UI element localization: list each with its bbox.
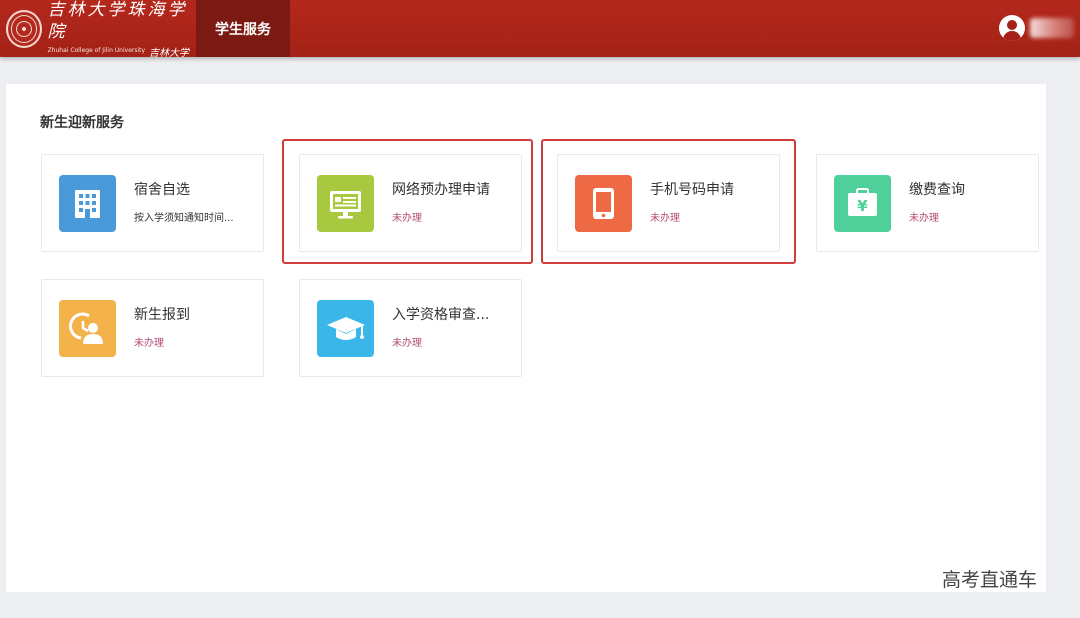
highlight-box-phone <box>541 139 796 264</box>
section-title: 新生迎新服务 <box>40 115 124 131</box>
card-status: 未办理 <box>392 338 422 349</box>
card-fee-inquiry[interactable]: ¥ 缴费查询 未办理 <box>816 154 1039 252</box>
logo-signature: 吉林大学 <box>149 47 190 59</box>
college-seal-icon <box>6 9 42 48</box>
card-title: 宿舍自选 <box>134 182 190 198</box>
card-dorm-selection[interactable]: 宿舍自选 按入学须知通知时间... <box>41 154 264 252</box>
college-logo[interactable]: 吉林大学珠海学院 Zhuhai College of Jilin Univers… <box>6 0 196 59</box>
card-description: 按入学须知通知时间... <box>134 213 234 224</box>
yen-briefcase-icon: ¥ <box>834 175 891 232</box>
svg-text:¥: ¥ <box>857 197 868 215</box>
logo-english-name: Zhuhai College of Jilin University <box>47 47 146 54</box>
nav-tab-student-services[interactable]: 学生服务 <box>196 0 290 57</box>
card-enrollment-eligibility-review[interactable]: 入学资格审查... 未办理 <box>299 279 522 377</box>
graduation-cap-icon <box>317 300 374 357</box>
highlight-box-network <box>282 139 533 264</box>
card-freshman-registration[interactable]: 新生报到 未办理 <box>41 279 264 377</box>
main-panel: 新生迎新服务 宿舍自选 按入学须知通知时间... 网络预办理申请 未办理 手机号… <box>6 84 1046 592</box>
card-title: 缴费查询 <box>909 182 965 198</box>
card-status: 未办理 <box>909 213 939 224</box>
clock-person-icon <box>59 300 116 357</box>
logo-chinese-name: 吉林大学珠海学院 <box>47 0 188 42</box>
card-title: 入学资格审查... <box>392 307 490 323</box>
user-avatar-icon[interactable] <box>999 15 1025 41</box>
username-blurred[interactable] <box>1030 18 1074 38</box>
building-icon <box>59 175 116 232</box>
card-title: 新生报到 <box>134 307 190 323</box>
top-header: 吉林大学珠海学院 Zhuhai College of Jilin Univers… <box>0 0 1080 59</box>
watermark-text: 高考直通车 <box>942 569 1038 591</box>
card-status: 未办理 <box>134 338 164 349</box>
